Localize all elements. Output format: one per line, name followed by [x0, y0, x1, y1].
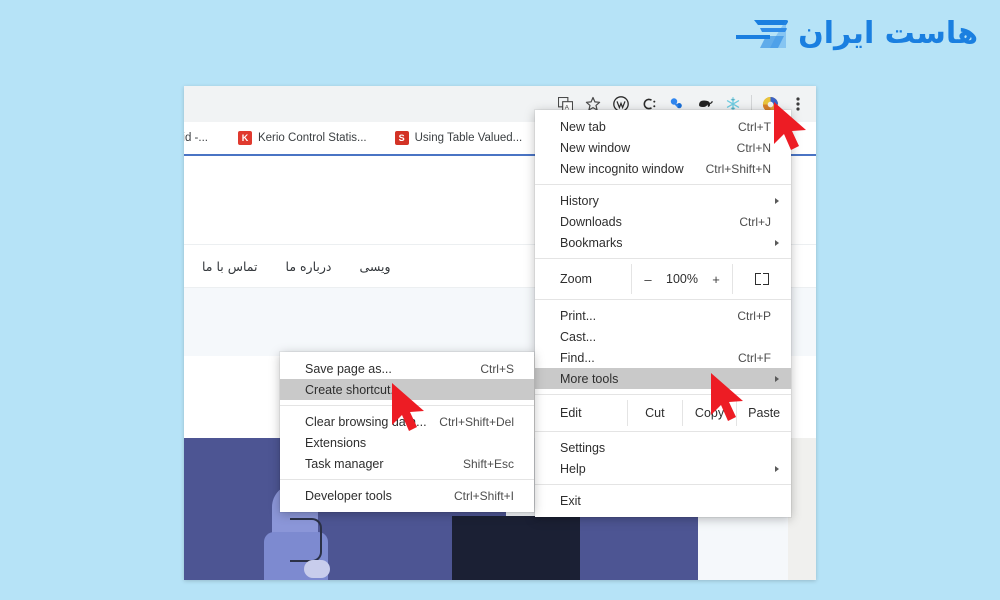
person-arm [290, 518, 322, 562]
menu-separator [535, 484, 791, 485]
menu-item-label: Settings [560, 440, 606, 455]
bookmark-favicon-icon: S [394, 131, 409, 145]
bookmark-label: Using Table Valued... [414, 132, 523, 144]
menu-item-label: Create shortcut... [305, 382, 401, 397]
menu-item-developer-tools[interactable]: Developer tools Ctrl+Shift+I [280, 485, 534, 506]
wing-speed-mark-icon [736, 14, 792, 54]
menu-item-settings[interactable]: Settings [535, 437, 791, 458]
edit-row: Edit Cut Copy Paste [535, 400, 791, 426]
more-tools-submenu: Save page as... Ctrl+S Create shortcut..… [280, 352, 534, 512]
cut-button[interactable]: Cut [627, 400, 682, 426]
menu-item-accelerator: Ctrl+J [739, 214, 771, 229]
menu-separator [535, 299, 791, 300]
menu-item-create-shortcut[interactable]: Create shortcut... [280, 379, 534, 400]
menu-item-label: Bookmarks [560, 235, 623, 250]
menu-item-label: Print... [560, 308, 597, 323]
menu-item-label: Help [560, 461, 586, 476]
menu-item-accelerator: Ctrl+P [737, 308, 771, 323]
menu-item-label: Cast... [560, 329, 597, 344]
menu-item-print[interactable]: Print... Ctrl+P [535, 305, 791, 326]
site-logo: هاست ایران [736, 14, 979, 54]
menu-item-label: Task manager [305, 456, 384, 471]
menu-item-accelerator: Shift+Esc [462, 456, 514, 471]
menu-item-find[interactable]: Find... Ctrl+F [535, 347, 791, 368]
menu-item-accelerator: Ctrl+Shift+I [453, 488, 514, 503]
menu-item-cast[interactable]: Cast... [535, 326, 791, 347]
menu-item-accelerator: Ctrl+S [480, 361, 514, 376]
menu-item-label: Downloads [560, 214, 622, 229]
zoom-row: Zoom – 100% + [535, 264, 791, 294]
menu-item-accelerator: Ctrl+N [736, 140, 771, 155]
person-hand [304, 560, 330, 578]
menu-item-accelerator: Ctrl+F [738, 350, 771, 365]
menu-item-accelerator: Ctrl+Shift+Del [439, 414, 514, 429]
menu-separator [280, 479, 534, 480]
menu-separator [535, 258, 791, 259]
menu-item-accelerator: Ctrl+T [738, 119, 771, 134]
menu-item-downloads[interactable]: Downloads Ctrl+J [535, 211, 791, 232]
bookmark-item[interactable]: S Using Table Valued... [394, 131, 523, 145]
edit-label: Edit [560, 406, 582, 420]
menu-item-label: Exit [560, 493, 581, 508]
zoom-in-button[interactable]: + [704, 272, 728, 287]
menu-item-save-page-as[interactable]: Save page as... Ctrl+S [280, 358, 534, 379]
logo-text: هاست ایران [798, 16, 979, 51]
bookmark-item[interactable]: K Kerio Control Statis... [237, 131, 367, 145]
fullscreen-button[interactable] [733, 264, 791, 294]
bookmark-item[interactable]: oid -... [184, 132, 208, 144]
menu-item-new-tab[interactable]: New tab Ctrl+T [535, 116, 791, 137]
menu-item-help[interactable]: Help [535, 458, 791, 479]
menu-separator [535, 431, 791, 432]
menu-item-extensions[interactable]: Extensions [280, 432, 534, 453]
menu-item-new-incognito-window[interactable]: New incognito window Ctrl+Shift+N [535, 158, 791, 179]
chevron-right-icon [775, 465, 779, 472]
menu-item-more-tools[interactable]: More tools [535, 368, 791, 389]
menu-item-label: Find... [560, 350, 595, 365]
bookmark-label: Kerio Control Statis... [257, 132, 367, 144]
menu-item-new-window[interactable]: New window Ctrl+N [535, 137, 791, 158]
menu-item-exit[interactable]: Exit [535, 490, 791, 511]
screenshot-root: هاست ایران A d -... K Kerio Control Stat… [0, 0, 1000, 600]
bookmark-favicon-icon: K [237, 131, 252, 145]
menu-item-label: More tools [560, 371, 619, 386]
chevron-right-icon [775, 197, 779, 204]
zoom-out-button[interactable]: – [636, 272, 660, 287]
zoom-value: 100% [666, 272, 698, 286]
menu-separator [535, 394, 791, 395]
menu-item-label: New tab [560, 119, 606, 134]
chrome-main-menu: New tab Ctrl+T New window Ctrl+N New inc… [535, 110, 791, 517]
menu-item-task-manager[interactable]: Task manager Shift+Esc [280, 453, 534, 474]
menu-item-label: New incognito window [560, 161, 684, 176]
nav-item-2[interactable]: تماس با ما [202, 259, 258, 274]
menu-item-label: History [560, 193, 599, 208]
menu-item-history[interactable]: History [535, 190, 791, 211]
menu-item-label: Clear browsing data... [305, 414, 427, 429]
hero-light-panel-edge [788, 438, 816, 580]
menu-separator [535, 184, 791, 185]
chevron-right-icon [775, 239, 779, 246]
menu-item-label: Extensions [305, 435, 367, 450]
menu-item-label: Save page as... [305, 361, 392, 376]
menu-item-label: Developer tools [305, 488, 392, 503]
menu-item-accelerator: Ctrl+Shift+N [705, 161, 771, 176]
menu-separator [280, 405, 534, 406]
nav-item-0[interactable]: ویسی [359, 259, 390, 274]
chevron-right-icon [775, 375, 779, 382]
menu-item-label: New window [560, 140, 631, 155]
menu-item-bookmarks[interactable]: Bookmarks [535, 232, 791, 253]
zoom-controls: – 100% + [631, 264, 733, 294]
copy-button[interactable]: Copy [681, 400, 737, 426]
menu-item-clear-browsing-data[interactable]: Clear browsing data... Ctrl+Shift+Del [280, 411, 534, 432]
fullscreen-icon [755, 273, 769, 285]
paste-button[interactable]: Paste [736, 400, 791, 426]
nav-item-1[interactable]: درباره ما [286, 259, 332, 274]
bookmark-label: oid -... [184, 132, 208, 144]
zoom-label: Zoom [560, 272, 592, 286]
